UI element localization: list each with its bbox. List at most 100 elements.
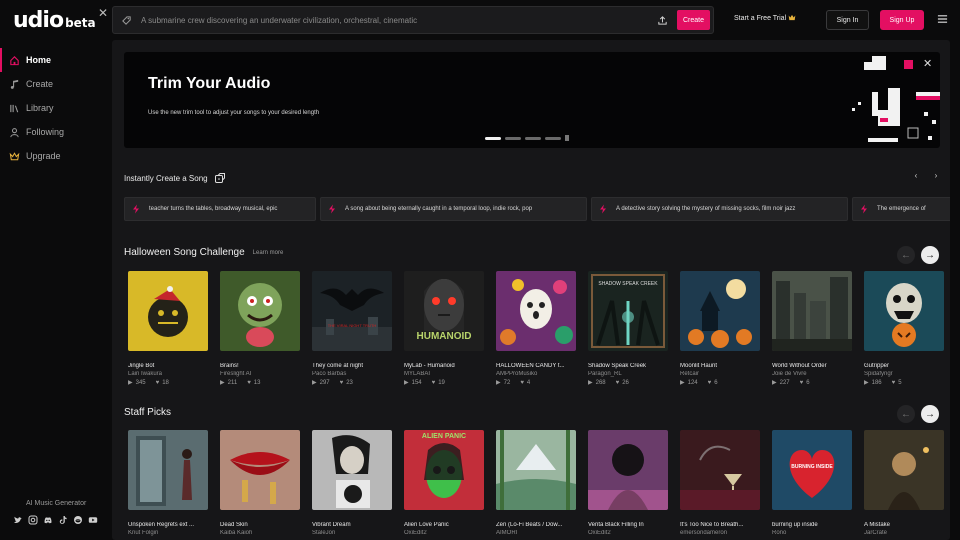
song-card[interactable]: Jingle Bot Lain Iwakura ▶ 345 ♥ 18 [128,271,208,386]
song-cover[interactable] [312,430,392,510]
song-card[interactable]: SHADOW SPEAK CREEK Shadow Speak Creek Pa… [588,271,668,386]
song-artist[interactable]: Fireslight AI [220,371,300,377]
arrow-left-icon[interactable]: ← [897,405,915,423]
close-banner-icon[interactable]: ✕ [923,57,932,70]
song-cover[interactable] [772,271,852,351]
song-title[interactable]: World Without Order [772,363,852,369]
banner-dot[interactable] [505,136,521,140]
arrow-right-icon[interactable]: → [921,246,939,264]
discord-icon[interactable] [42,514,53,525]
hamburger-menu-icon[interactable] [937,14,949,26]
collapse-sidebar-icon[interactable]: ✕ [98,6,108,20]
song-artist[interactable]: OxiEdit2 [588,530,668,536]
song-title[interactable]: burning up inside [772,522,852,528]
song-artist[interactable]: Paragon_RL [588,371,668,377]
youtube-icon[interactable] [87,514,98,525]
song-cover[interactable]: THE VIRAL NIGHT TRUTH [312,271,392,351]
song-cover[interactable]: ALIEN PANIC [404,430,484,510]
sidebar-item-following[interactable]: Following [0,120,112,144]
song-artist[interactable]: Joie de Vivre [772,371,852,377]
song-artist[interactable]: Paco Barbas [312,371,392,377]
song-cover[interactable] [864,271,944,351]
banner-dot[interactable] [485,136,501,140]
song-cover[interactable] [680,430,760,510]
song-cover[interactable] [496,271,576,351]
tiktok-icon[interactable] [57,514,68,525]
song-card[interactable]: Moonlit Haunt Retcair ▶ 124 ♥ 6 [680,271,760,386]
song-card[interactable]: HUMANOID MyLab - Humanoid MYLABAI ▶ 154 ♥… [404,271,484,386]
song-card[interactable]: Unspoken Regrets ext ... Knut Folgin [128,430,208,536]
sidebar-item-home[interactable]: Home [0,48,112,72]
song-card[interactable]: Gutripper Spidafyngr ▶ 186 ♥ 5 [864,271,944,386]
sidebar-item-library[interactable]: Library [0,96,112,120]
learn-more-link[interactable]: Learn more [253,250,284,256]
create-button[interactable]: Create [676,10,710,30]
sidebar-item-upgrade[interactable]: Upgrade [0,144,112,168]
song-title[interactable]: A Mistake [864,522,944,528]
chevron-right-icon[interactable]: › [932,171,940,180]
instagram-icon[interactable] [27,514,38,525]
song-artist[interactable]: StaleJon [312,530,392,536]
song-cover[interactable] [680,271,760,351]
song-title[interactable]: They come at night [312,363,392,369]
reddit-icon[interactable] [72,514,83,525]
song-title[interactable]: Dead Skin [220,522,300,528]
prompt-chip[interactable]: The emergence of [852,197,950,221]
song-artist[interactable]: Rono [772,530,852,536]
prompt-chip[interactable]: A detective story solving the mystery of… [591,197,848,221]
song-cover[interactable] [128,430,208,510]
song-cover[interactable] [128,271,208,351]
song-artist[interactable]: Retcair [680,371,760,377]
song-artist[interactable]: Spidafyngr [864,371,944,377]
song-card[interactable]: ALIEN PANIC Alien Love Panic OxiEdit2 [404,430,484,536]
song-artist[interactable]: AMPProMusiko [496,371,576,377]
song-card[interactable]: World Without Order Joie de Vivre ▶ 227 ♥… [772,271,852,386]
prompt-chip[interactable]: A song about being eternally caught in a… [320,197,587,221]
dice-icon[interactable] [214,172,226,184]
song-title[interactable]: Venta Black Filling In [588,522,668,528]
upload-icon[interactable] [657,15,669,26]
banner-dot[interactable] [545,136,561,140]
arrow-left-icon[interactable]: ← [897,246,915,264]
song-artist[interactable]: OxiEdit2 [404,530,484,536]
chevron-left-icon[interactable]: ‹ [912,171,920,180]
song-title[interactable]: Brains! [220,363,300,369]
song-cover[interactable] [864,430,944,510]
sign-in-button[interactable]: Sign In [826,10,869,30]
song-artist[interactable]: Lain Iwakura [128,371,208,377]
song-cover[interactable]: SHADOW SPEAK CREEK [588,271,668,351]
song-cover[interactable] [220,271,300,351]
song-title[interactable]: HALLOWEEN CANDY t... [496,363,576,369]
sign-up-button[interactable]: Sign Up [880,10,924,30]
banner-pause-icon[interactable] [565,135,569,141]
song-artist[interactable]: Kaiba Kaioh [220,530,300,536]
banner-dot[interactable] [525,136,541,140]
udio-logo[interactable]: udio beta [13,8,96,33]
song-card[interactable]: Brains! Fireslight AI ▶ 211 ♥ 13 [220,271,300,386]
song-card[interactable]: HALLOWEEN CANDY t... AMPProMusiko ▶ 72 ♥ 4 [496,271,576,386]
sidebar-item-create[interactable]: Create [0,72,112,96]
song-title[interactable]: Shadow Speak Creek [588,363,668,369]
song-artist[interactable]: JarCrate [864,530,944,536]
arrow-right-icon[interactable]: → [921,405,939,423]
free-trial-link[interactable]: Start a Free Trial [734,14,796,23]
song-card[interactable]: It's Too Nice to Breath... emersondamero… [680,430,760,536]
song-artist[interactable]: AIMORI [496,530,576,536]
twitter-icon[interactable] [12,514,23,525]
song-cover[interactable] [496,430,576,510]
song-title[interactable]: MyLab - Humanoid [404,363,484,369]
song-cover[interactable] [220,430,300,510]
song-cover[interactable] [588,430,668,510]
song-title[interactable]: It's Too Nice to Breath... [680,522,760,528]
song-card[interactable]: Dead Skin Kaiba Kaioh [220,430,300,536]
song-card[interactable]: Zen (Lo-Fi Beats / Dow... AIMORI [496,430,576,536]
song-title[interactable]: Gutripper [864,363,944,369]
song-title[interactable]: Jingle Bot [128,363,208,369]
song-title[interactable]: Zen (Lo-Fi Beats / Dow... [496,522,576,528]
song-artist[interactable]: Knut Folgin [128,530,208,536]
song-artist[interactable]: emersondameron [680,530,760,536]
song-cover[interactable]: BURNING INSIDE [772,430,852,510]
song-card[interactable]: Venta Black Filling In OxiEdit2 [588,430,668,536]
song-title[interactable]: Moonlit Haunt [680,363,760,369]
prompt-input[interactable] [141,15,657,25]
